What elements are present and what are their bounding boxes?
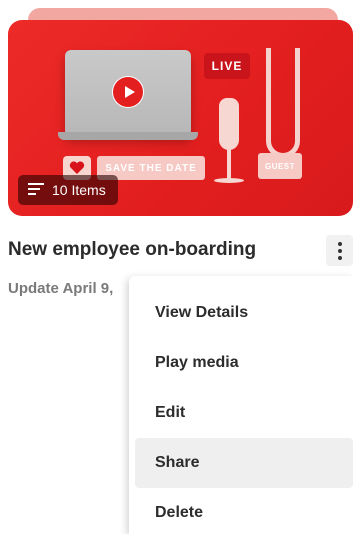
menu-item-edit[interactable]: Edit	[135, 388, 353, 438]
laptop-base	[58, 132, 198, 140]
more-options-button[interactable]	[326, 235, 353, 266]
lanyard-illustration	[266, 48, 300, 158]
card-title[interactable]: New employee on-boarding	[8, 239, 308, 261]
playlist-thumbnail[interactable]: LIVE GUEST SAVE THE DATE 10 Items	[8, 20, 353, 216]
menu-item-delete[interactable]: Delete	[135, 488, 353, 534]
menu-item-view-details[interactable]: View Details	[135, 288, 353, 338]
media-card-screen: LIVE GUEST SAVE THE DATE 10 Items New em…	[0, 0, 353, 534]
play-icon	[112, 76, 144, 108]
items-count-badge: 10 Items	[18, 175, 118, 205]
items-count-label: 10 Items	[52, 182, 106, 198]
glass-illustration	[219, 98, 239, 150]
list-icon	[28, 182, 44, 198]
laptop-illustration	[65, 50, 191, 136]
guest-badge: GUEST	[258, 153, 302, 179]
menu-item-share[interactable]: Share	[135, 438, 353, 488]
more-vertical-icon	[337, 241, 342, 246]
context-menu: View Details Play media Edit Share Delet…	[129, 276, 353, 534]
glass-foot	[214, 178, 244, 183]
glass-stem	[227, 148, 231, 180]
menu-item-play-media[interactable]: Play media	[135, 338, 353, 388]
live-sign: LIVE	[204, 53, 250, 79]
